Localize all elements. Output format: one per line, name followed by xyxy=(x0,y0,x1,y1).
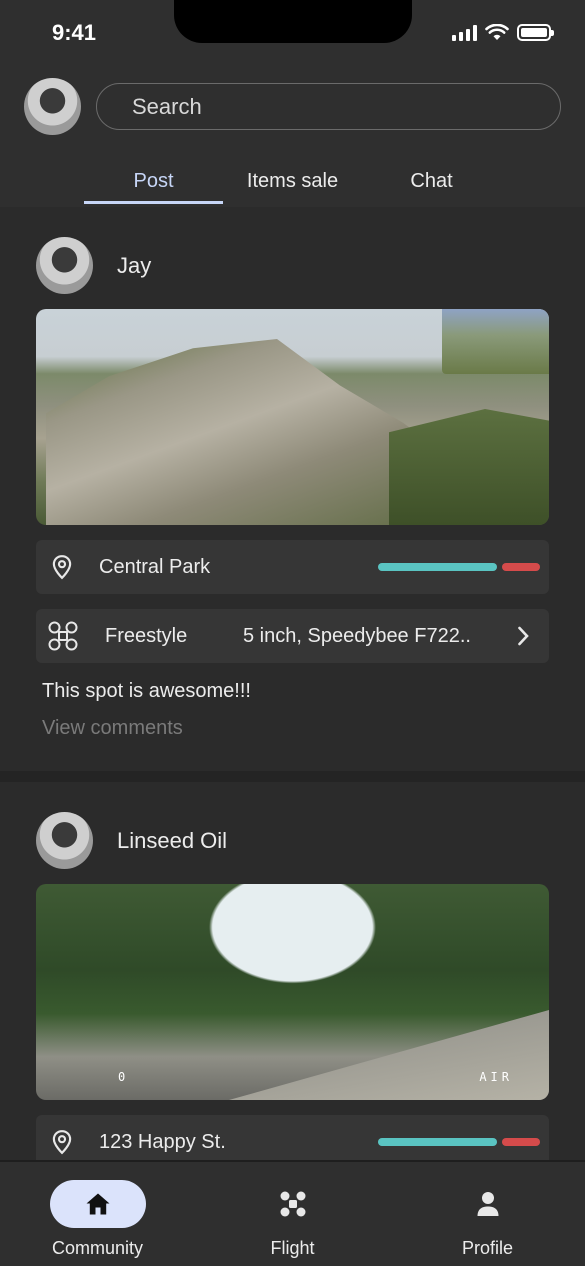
post-photo[interactable] xyxy=(36,309,549,525)
nav-icon-wrap xyxy=(245,1180,341,1228)
osd-left-readout: 0 xyxy=(118,1070,130,1084)
osd-right-readout: AIR xyxy=(479,1070,513,1084)
status-bar: 9:41 xyxy=(0,0,585,64)
rating-negative xyxy=(502,1138,540,1146)
cellular-signal-icon xyxy=(452,24,477,41)
rating-positive xyxy=(378,1138,497,1146)
post-header: Jay xyxy=(36,237,549,294)
nav-flight[interactable]: Flight xyxy=(195,1162,390,1266)
drone-icon xyxy=(280,1191,305,1217)
location-label: 123 Happy St. xyxy=(99,1130,226,1153)
search-input[interactable]: Search xyxy=(96,83,561,130)
post-card: Jay Central Park Freestyle 5 inch, Speed… xyxy=(0,207,585,771)
device-notch xyxy=(174,0,412,43)
location-row[interactable]: 123 Happy St. xyxy=(36,1115,549,1160)
rating-negative xyxy=(502,563,540,571)
search-placeholder: Search xyxy=(132,93,202,119)
post-card: Linseed Oil 0 AIR 123 Happy St. xyxy=(0,771,585,1160)
bottom-navigation: Community Flight Profile xyxy=(0,1160,585,1266)
drone-icon xyxy=(48,621,78,651)
drone-spec-row[interactable]: Freestyle 5 inch, Speedybee F722.. xyxy=(36,609,549,663)
person-icon xyxy=(477,1192,498,1216)
user-avatar[interactable] xyxy=(24,78,81,135)
location-pin-icon xyxy=(52,555,72,580)
post-feed[interactable]: Jay Central Park Freestyle 5 inch, Speed… xyxy=(0,207,585,1160)
flight-style-label: Freestyle xyxy=(105,624,188,647)
battery-icon xyxy=(517,24,554,41)
post-author-name[interactable]: Jay xyxy=(117,253,151,279)
post-caption: This spot is awesome!!! xyxy=(42,680,251,702)
nav-label: Flight xyxy=(270,1238,315,1258)
app-header: Search Post Items sale Chat xyxy=(0,64,585,207)
location-pin-icon xyxy=(52,1130,72,1155)
tab-post[interactable]: Post xyxy=(84,164,223,204)
post-header: Linseed Oil xyxy=(36,812,549,869)
spot-rating-bar xyxy=(378,1138,540,1146)
rating-positive xyxy=(378,563,497,571)
nav-profile[interactable]: Profile xyxy=(390,1162,585,1266)
post-photo[interactable]: 0 AIR xyxy=(36,884,549,1100)
inset-thumbnail xyxy=(442,309,549,374)
chevron-right-icon xyxy=(518,626,529,646)
location-label: Central Park xyxy=(99,555,211,578)
tab-bar: Post Items sale Chat xyxy=(84,164,501,204)
home-icon xyxy=(86,1193,109,1215)
drone-spec-label: 5 inch, Speedybee F722.. xyxy=(243,624,471,647)
status-icons xyxy=(452,24,554,41)
post-author-avatar[interactable] xyxy=(36,812,93,869)
wifi-icon xyxy=(485,24,509,40)
nav-label: Profile xyxy=(461,1238,514,1258)
nav-community[interactable]: Community xyxy=(0,1162,195,1266)
nav-active-indicator xyxy=(49,1180,146,1228)
tab-items-sale[interactable]: Items sale xyxy=(223,164,362,204)
nav-icon-wrap xyxy=(440,1180,536,1228)
view-comments-link[interactable]: View comments xyxy=(36,717,549,771)
post-author-avatar[interactable] xyxy=(36,237,93,294)
status-time: 9:41 xyxy=(52,20,97,45)
post-author-name[interactable]: Linseed Oil xyxy=(117,828,227,854)
nav-label: Community xyxy=(51,1238,144,1258)
tab-chat[interactable]: Chat xyxy=(362,164,501,204)
location-row[interactable]: Central Park xyxy=(36,540,549,594)
spot-rating-bar xyxy=(378,563,540,571)
